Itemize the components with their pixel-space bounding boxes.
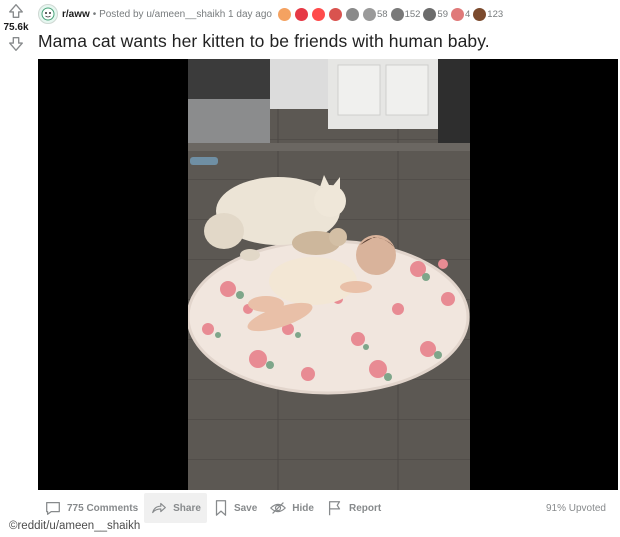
save-label: Save xyxy=(233,502,258,514)
award-item[interactable]: 4 xyxy=(451,7,471,21)
award-2-icon xyxy=(294,7,308,21)
award-count: 152 xyxy=(404,8,421,20)
award-item[interactable]: 59 xyxy=(423,7,448,21)
award-count: 59 xyxy=(437,8,448,20)
heart-award-icon xyxy=(311,7,325,21)
share-arrow-icon xyxy=(152,502,167,514)
share-button[interactable]: Share xyxy=(144,493,207,523)
award-7-icon xyxy=(390,7,404,21)
award-8-icon xyxy=(423,7,437,21)
vote-column: 75.6k xyxy=(0,2,32,53)
subreddit-icon[interactable] xyxy=(38,4,58,24)
award-item[interactable] xyxy=(311,7,326,21)
award-item[interactable] xyxy=(277,7,292,21)
post-meta: r/aww • Posted by u/ameen__shaikh 1 day … xyxy=(38,4,612,24)
save-button[interactable]: Save xyxy=(207,493,263,523)
award-item[interactable]: 58 xyxy=(362,7,388,21)
award-item[interactable] xyxy=(294,7,309,21)
award-4-icon xyxy=(328,7,342,21)
subreddit-name[interactable]: r/aww xyxy=(62,9,90,20)
bookmark-icon xyxy=(215,500,227,516)
award-1-icon xyxy=(277,7,291,21)
hide-label: Hide xyxy=(292,502,314,514)
award-6-icon xyxy=(362,7,376,21)
award-9-icon xyxy=(451,7,464,21)
comment-icon xyxy=(46,501,60,515)
award-item[interactable] xyxy=(345,7,360,21)
share-label: Share xyxy=(173,502,201,514)
hide-eye-icon xyxy=(270,502,287,514)
award-count: 58 xyxy=(376,8,388,20)
downvote-arrow-icon[interactable] xyxy=(7,35,25,53)
comments-label: 775 Comments xyxy=(67,502,139,514)
report-label: Report xyxy=(348,502,382,514)
post-title[interactable]: Mama cat wants her kitten to be friends … xyxy=(38,31,490,52)
posted-by-text[interactable]: • Posted by u/ameen__shaikh 1 day ago xyxy=(93,9,272,20)
award-item[interactable] xyxy=(328,7,343,21)
comments-button[interactable]: 775 Comments xyxy=(38,493,144,523)
award-10-icon xyxy=(473,7,487,21)
report-button[interactable]: Report xyxy=(320,493,387,523)
award-count: 4 xyxy=(465,8,471,20)
hide-button[interactable]: Hide xyxy=(263,493,320,523)
video-frame-image xyxy=(188,59,470,490)
upvote-arrow-icon[interactable] xyxy=(7,2,25,20)
award-item[interactable]: 152 xyxy=(390,7,421,21)
upvote-ratio: 91% Upvoted xyxy=(545,502,606,514)
award-5-icon xyxy=(345,7,359,21)
award-count: 123 xyxy=(487,8,504,20)
watermark-text: ©reddit/u/ameen__shaikh xyxy=(9,520,141,532)
flag-icon xyxy=(328,501,341,516)
post-score: 75.6k xyxy=(3,22,29,33)
awards-list[interactable]: 58 152 59 4 123 xyxy=(277,7,506,21)
award-item[interactable]: 123 xyxy=(473,7,504,21)
video-player[interactable] xyxy=(38,59,618,490)
